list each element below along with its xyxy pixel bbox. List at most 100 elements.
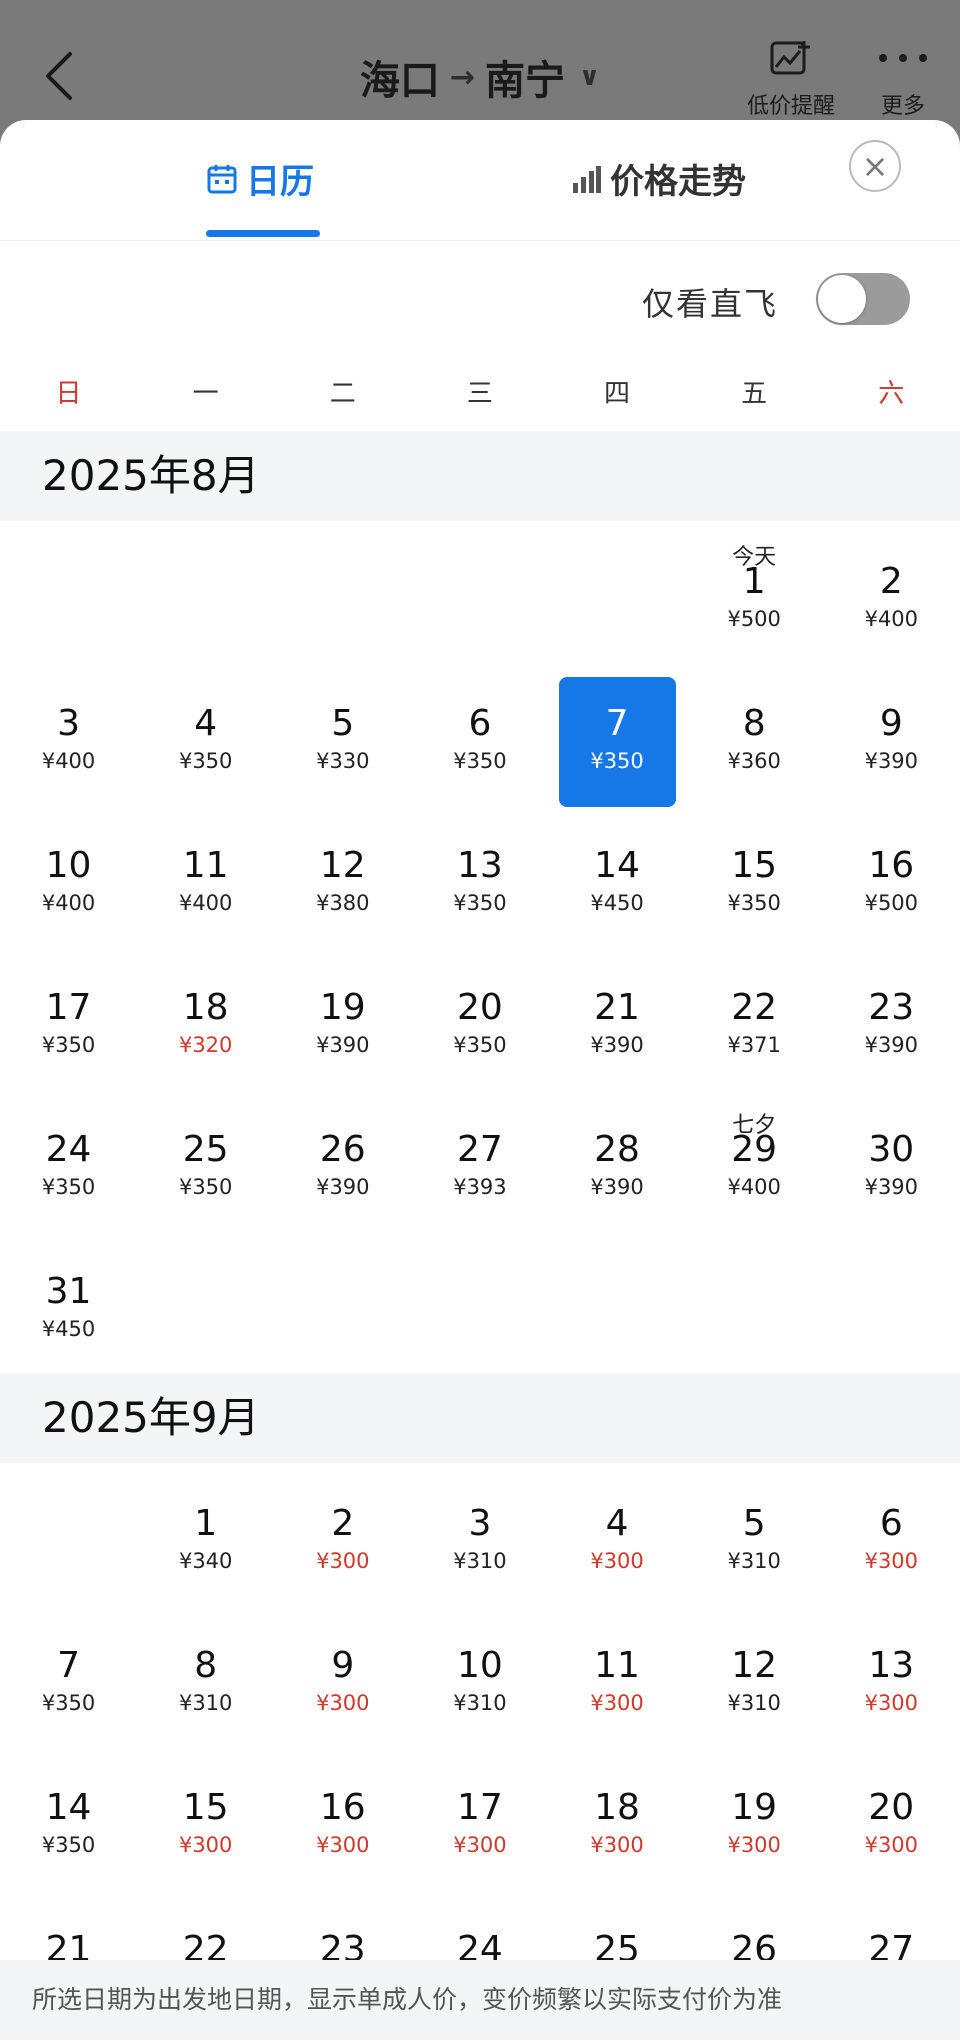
day-cell[interactable]: 7 ¥350 [0,1605,137,1747]
day-cell[interactable]: 20 ¥350 [411,947,548,1089]
day-cell[interactable]: 27 ¥393 [411,1089,548,1231]
day-cell[interactable]: 17 ¥300 [411,1747,548,1889]
day-cell[interactable]: 11 ¥400 [137,805,274,947]
day-cell[interactable]: 18 ¥320 [137,947,274,1089]
top-bar: 海口 → 南宁 ∨ 低价提醒 更多 [0,0,960,125]
day-number: 2 [879,561,903,602]
day-number: 11 [182,845,229,886]
day-cell[interactable]: 8 ¥310 [137,1605,274,1747]
day-cell[interactable]: 9 ¥300 [274,1605,411,1747]
day-number: 5 [742,1503,766,1544]
day-cell-selected[interactable]: 7 ¥350 [549,663,686,807]
direct-flight-filter: 仅看直飞 [0,241,960,351]
day-cell[interactable]: 13 ¥300 [823,1605,960,1747]
day-cell[interactable]: 4 ¥350 [137,663,274,805]
day-cell[interactable]: 30 ¥390 [823,1089,960,1231]
more-button[interactable]: 更多 [862,38,944,120]
day-cell[interactable]: 1 ¥340 [137,1463,274,1605]
day-price: ¥500 [727,607,781,631]
day-price: ¥300 [590,1833,644,1857]
day-price: ¥350 [41,1033,96,1057]
day-cell[interactable]: 15 ¥300 [137,1747,274,1889]
day-price: ¥350 [453,1033,507,1057]
day-number: 26 [319,1129,366,1170]
day-cell[interactable]: 3 ¥310 [411,1463,548,1605]
day-cell[interactable]: 25 ¥350 [137,1089,274,1231]
day-number: 23 [868,987,915,1028]
day-price: ¥300 [590,1691,644,1715]
weekday-thu: 四 [604,379,631,409]
day-price: ¥400 [727,1175,781,1199]
day-number: 24 [45,1129,92,1170]
day-cell[interactable]: 19 ¥300 [686,1747,823,1889]
day-cell[interactable]: 5 ¥310 [686,1463,823,1605]
day-cell[interactable]: 16 ¥300 [274,1747,411,1889]
day-cell[interactable]: 13 ¥350 [411,805,548,947]
day-price: ¥360 [727,749,781,773]
day-price: ¥380 [316,891,370,915]
tab-calendar[interactable]: 日历 [206,154,314,203]
day-cell[interactable]: 28 ¥390 [549,1089,686,1231]
day-cell[interactable]: 31 ¥450 [0,1231,137,1373]
day-cell[interactable]: 4 ¥300 [549,1463,686,1605]
day-number: 9 [879,703,903,744]
day-cell[interactable]: 17 ¥350 [0,947,137,1089]
day-cell[interactable]: 14 ¥350 [0,1747,137,1889]
day-number: 15 [182,1787,229,1828]
day-price: ¥390 [864,1033,919,1057]
day-cell[interactable]: 26 ¥390 [274,1089,411,1231]
day-cell[interactable]: 6 ¥350 [411,663,548,805]
day-cell[interactable]: 16 ¥500 [823,805,960,947]
day-price: ¥300 [590,1549,644,1573]
tab-price-trend[interactable]: 价格走势 [570,154,746,203]
day-number: 6 [879,1503,903,1544]
day-cell[interactable]: 19 ¥390 [274,947,411,1089]
day-cell[interactable]: 10 ¥400 [0,805,137,947]
day-cell[interactable]: 15 ¥350 [686,805,823,947]
day-cell[interactable]: 8 ¥360 [686,663,823,805]
day-cell[interactable]: 今天 1 ¥500 [686,521,823,663]
chevron-down-icon: ∨ [579,62,601,92]
day-number: 1 [194,1503,218,1544]
direct-only-toggle[interactable] [816,273,910,325]
day-number: 15 [731,845,778,886]
day-price: ¥400 [41,891,96,915]
empty-cell [137,521,274,663]
day-cell[interactable]: 七夕 29 ¥400 [686,1089,823,1231]
day-price: ¥390 [590,1033,644,1057]
day-cell[interactable]: 2 ¥400 [823,521,960,663]
day-cell[interactable]: 12 ¥310 [686,1605,823,1747]
day-cell[interactable]: 12 ¥380 [274,805,411,947]
day-price: ¥350 [590,749,644,773]
day-cell[interactable]: 10 ¥310 [411,1605,548,1747]
day-number: 19 [731,1787,778,1828]
day-cell[interactable]: 23 ¥390 [823,947,960,1089]
day-cell[interactable]: 9 ¥390 [823,663,960,805]
price-alert-button[interactable]: 低价提醒 [738,38,844,120]
day-cell[interactable]: 5 ¥330 [274,663,411,805]
weekday-header: 日 一 二 三 四 五 六 [0,351,960,431]
day-cell[interactable]: 6 ¥300 [823,1463,960,1605]
empty-cell [411,521,548,663]
day-price: ¥350 [178,749,233,773]
day-cell[interactable]: 22 ¥371 [686,947,823,1089]
day-number: 29 [731,1129,778,1170]
day-price: ¥300 [316,1833,370,1857]
day-number: 19 [319,987,366,1028]
day-cell[interactable]: 24 ¥350 [0,1089,137,1231]
day-number: 30 [868,1129,915,1170]
day-cell[interactable]: 2 ¥300 [274,1463,411,1605]
day-cell[interactable]: 3 ¥400 [0,663,137,805]
day-number: 3 [57,703,81,744]
day-number: 10 [45,845,92,886]
day-cell[interactable]: 18 ¥300 [549,1747,686,1889]
close-button[interactable]: × [849,140,901,192]
day-price: ¥450 [41,1317,96,1341]
day-cell[interactable]: 21 ¥390 [549,947,686,1089]
day-price: ¥350 [41,1691,96,1715]
day-cell[interactable]: 14 ¥450 [549,805,686,947]
day-cell[interactable]: 20 ¥300 [823,1747,960,1889]
empty-cell [0,521,137,663]
weekday-sat: 六 [878,379,905,409]
day-cell[interactable]: 11 ¥300 [549,1605,686,1747]
